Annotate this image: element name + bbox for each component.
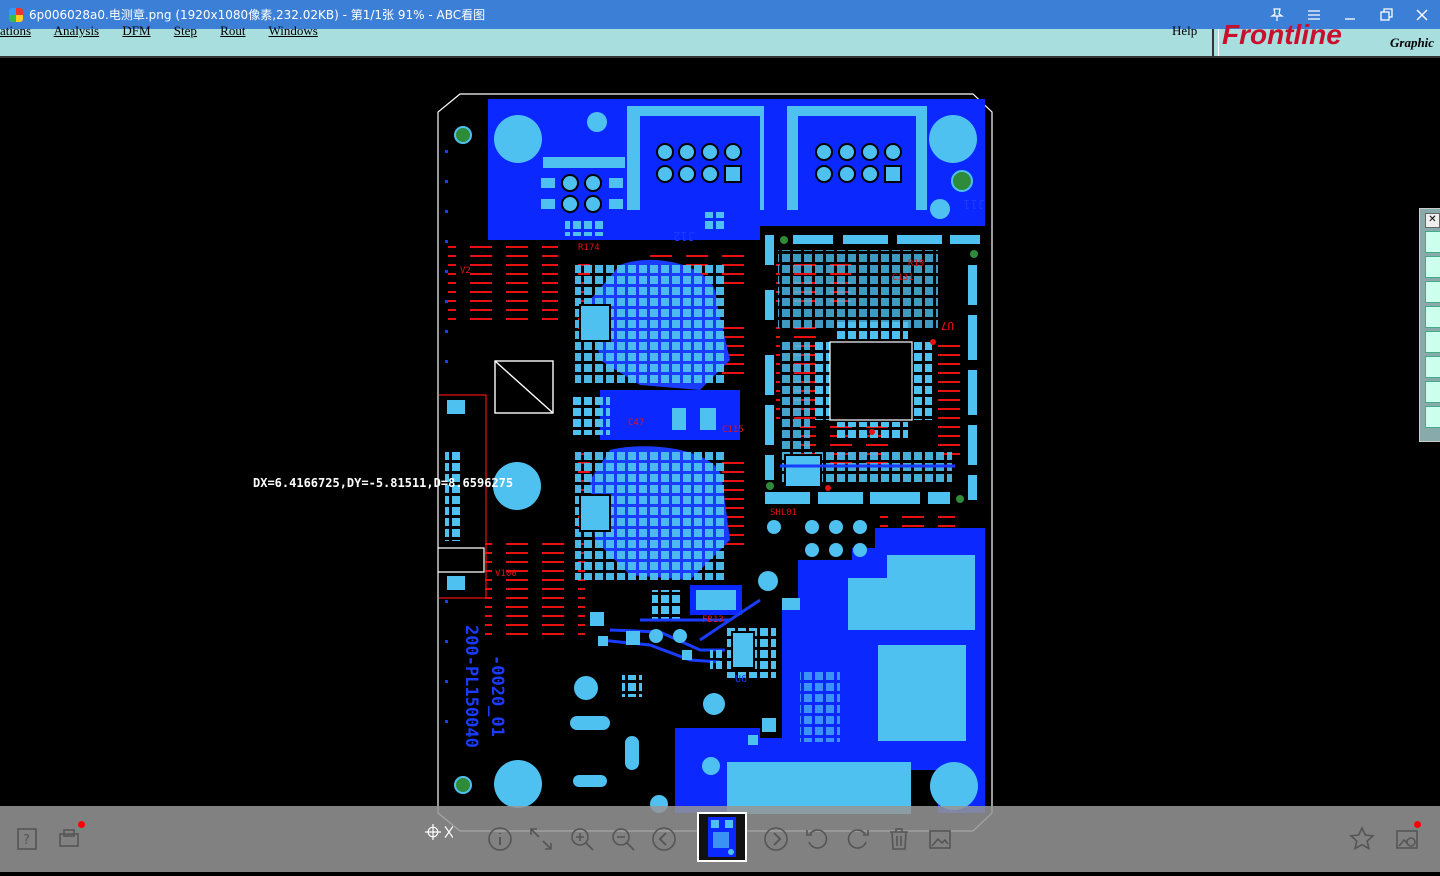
ref-j11: J11 [963, 197, 985, 211]
ref-shl01: SHL01 [770, 508, 797, 518]
rotate-left-icon[interactable] [801, 823, 833, 855]
frontline-logo: Frontline [1222, 19, 1342, 50]
cam-app-menubar: ations Analysis DFM Step Rout Windows He… [0, 19, 1440, 58]
ref-v2: V2 [460, 266, 471, 276]
menu-item: DFM [122, 23, 151, 38]
menu-item: ations [0, 23, 32, 38]
close-icon[interactable] [1405, 0, 1439, 29]
delete-icon[interactable] [883, 823, 915, 855]
toolbar-button[interactable] [1425, 356, 1440, 378]
menu-item: Analysis [53, 23, 100, 38]
window-title: 6p006028a0.电测章.png (1920x1080像素,232.02KB… [29, 8, 486, 22]
viewer-bottom-toolbar: ? [0, 806, 1440, 872]
toolbar-close-icon[interactable]: ✕ [1425, 213, 1440, 228]
ref-fb13: FB13 [702, 615, 724, 625]
ref-v100: V100 [495, 569, 517, 579]
menu-help: Help [1172, 23, 1198, 38]
ref-u6: U6 [735, 674, 747, 685]
pcb-layout: 200-PL150040 -0020_01 J12 J11 U7 U6 FB13… [437, 93, 993, 832]
cam-side-toolbar: ✕ [1419, 208, 1440, 442]
rotate-right-icon[interactable] [842, 823, 874, 855]
favorite-icon[interactable] [1346, 823, 1378, 855]
cam-menu-list: ations Analysis DFM Step Rout Windows [0, 23, 338, 39]
ref-j12: J12 [673, 229, 695, 243]
zoom-in-icon[interactable] [566, 823, 598, 855]
ref-r19: R19 [908, 259, 924, 269]
toolbar-button[interactable] [1425, 406, 1440, 428]
fit-icon[interactable] [525, 823, 557, 855]
graphic-label: Graphic [1390, 35, 1435, 50]
help-icon[interactable]: ? [12, 823, 44, 855]
toolbar-button[interactable] [1425, 381, 1440, 403]
edit-icon[interactable] [924, 823, 956, 855]
menu-item: Rout [220, 23, 246, 38]
app-icon [9, 7, 23, 22]
prev-icon[interactable] [648, 823, 680, 855]
toolbar-button[interactable] [1425, 231, 1440, 253]
next-icon[interactable] [760, 823, 792, 855]
ref-c115: C115 [722, 425, 744, 435]
crop-icon[interactable] [421, 816, 453, 848]
measurement-readout: DX=6.4166725,DY=-5.81511,D=8.6596275 [253, 476, 514, 490]
divider [1212, 29, 1219, 56]
ref-u7: U7 [941, 319, 954, 332]
svg-text:?: ? [23, 833, 30, 848]
ref-c131: C131 [892, 273, 914, 283]
menu-item: Windows [268, 23, 318, 38]
current-image-thumbnail[interactable] [697, 812, 747, 862]
info-icon[interactable] [484, 823, 516, 855]
toolbar-button[interactable] [1425, 281, 1440, 303]
zoom-out-icon[interactable] [607, 823, 639, 855]
menu-item: Step [173, 23, 197, 38]
silk-text-part-number: 200-PL150040 [461, 625, 481, 748]
notification-dot [1414, 821, 1421, 828]
ref-c47: C47 [628, 418, 644, 428]
silk-text-revision: -0020_01 [487, 655, 507, 737]
toolbar-button[interactable] [1425, 306, 1440, 328]
toolbar-button[interactable] [1425, 331, 1440, 353]
notification-dot [78, 821, 85, 828]
restore-icon[interactable] [1369, 0, 1403, 29]
ic-u7-outline [829, 341, 913, 421]
pcb-image-canvas[interactable]: 200-PL150040 -0020_01 J12 J11 U7 U6 FB13… [0, 57, 1440, 872]
ref-r174: R174 [578, 243, 600, 253]
toolbar-button[interactable] [1425, 256, 1440, 278]
